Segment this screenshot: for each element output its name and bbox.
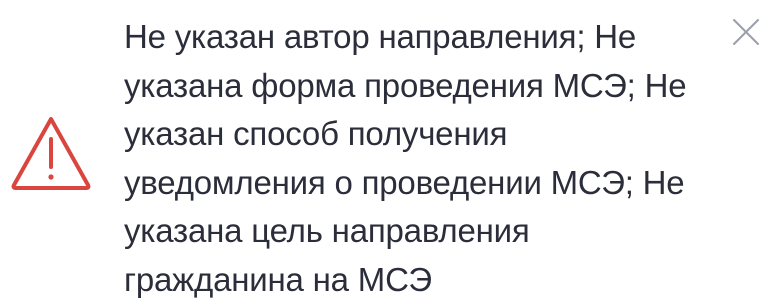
message-line: указан способ получения [124, 115, 508, 152]
message-line: указана форма проведения МСЭ; Не [124, 66, 687, 104]
message-line: уведомления о проведении МСЭ; Не [124, 163, 685, 201]
message-line: указана цель направления [124, 212, 530, 249]
close-icon[interactable] [728, 14, 764, 50]
warning-notification: Не указан автор направления; Не указана … [0, 0, 764, 300]
close-button[interactable] [728, 14, 764, 50]
notification-message: Не указан автор направления; Не указана … [124, 13, 704, 300]
message-line: Не указан автор направления; Не [124, 18, 637, 55]
warning-triangle-icon [10, 115, 92, 191]
message-line: гражданина на МСЭ [124, 260, 432, 298]
